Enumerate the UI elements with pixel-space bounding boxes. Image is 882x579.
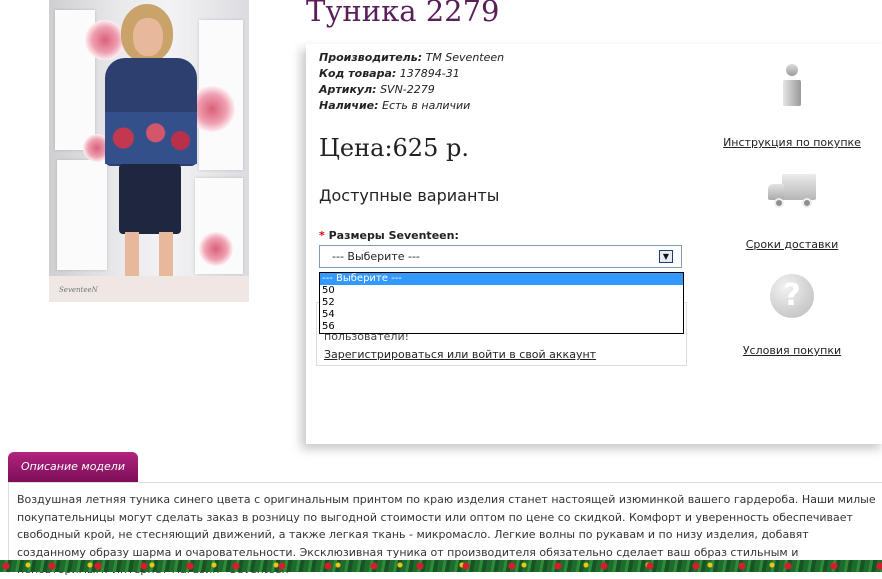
product-meta: Производитель: TM Seventeen Код товара: … bbox=[319, 50, 504, 114]
model-shin bbox=[125, 232, 139, 276]
tab-description[interactable]: Описание модели bbox=[8, 452, 138, 482]
manufacturer-label: Производитель: bbox=[319, 51, 423, 64]
truck-icon[interactable] bbox=[768, 172, 816, 210]
christmas-garland bbox=[0, 560, 882, 572]
size-dropdown-list[interactable]: --- Выберите --- 50 52 54 56 bbox=[319, 272, 684, 334]
sku-value: SVN-2279 bbox=[380, 83, 435, 96]
model-face bbox=[133, 18, 163, 56]
price: Цена:625 р. bbox=[319, 134, 469, 162]
stock-value: Есть в наличии bbox=[382, 99, 471, 112]
photo-signature: SeventeeN bbox=[59, 286, 98, 294]
size-label-text: Размеры Seventeen: bbox=[328, 229, 459, 242]
size-option[interactable]: 50 bbox=[320, 285, 683, 297]
sku-label: Артикул: bbox=[319, 83, 377, 96]
required-mark: * bbox=[319, 229, 325, 242]
code-value: 137894-31 bbox=[399, 67, 460, 80]
size-select-value: --- Выберите --- bbox=[332, 250, 420, 263]
code-row: Код товара: 137894-31 bbox=[319, 66, 504, 82]
instruction-link[interactable]: Инструкция по покупке bbox=[722, 136, 862, 149]
size-option[interactable]: 56 bbox=[320, 321, 683, 333]
instruction-item[interactable]: Инструкция по покупке bbox=[722, 64, 862, 149]
model-shin bbox=[159, 232, 173, 276]
stock-row: Наличие: Есть в наличии bbox=[319, 98, 504, 114]
model-legs bbox=[119, 164, 181, 234]
chevron-down-icon[interactable]: ▼ bbox=[659, 250, 673, 263]
product-title: Туника 2279 bbox=[306, 0, 500, 28]
question-icon[interactable]: ? bbox=[770, 274, 814, 318]
code-label: Код товара: bbox=[319, 67, 397, 80]
info-icon[interactable] bbox=[780, 64, 804, 106]
product-info-box: Производитель: TM Seventeen Код товара: … bbox=[306, 44, 882, 444]
rose-decoration bbox=[199, 232, 233, 266]
variants-title: Доступные варианты bbox=[319, 186, 500, 205]
product-photo[interactable]: SeventeeN bbox=[49, 0, 249, 302]
manufacturer-row: Производитель: TM Seventeen bbox=[319, 50, 504, 66]
delivery-item[interactable]: Сроки доставки bbox=[722, 172, 862, 251]
register-login-link[interactable]: Зарегистрироваться или войти в свой акка… bbox=[324, 348, 596, 361]
backdrop-panel bbox=[57, 160, 107, 270]
sku-row: Артикул: SVN-2279 bbox=[319, 82, 504, 98]
delivery-link[interactable]: Сроки доставки bbox=[722, 238, 862, 251]
rose-decoration bbox=[85, 20, 125, 60]
size-select[interactable]: --- Выберите --- ▼ bbox=[319, 245, 682, 268]
size-option[interactable]: --- Выберите --- bbox=[320, 273, 683, 285]
size-option[interactable]: 54 bbox=[320, 309, 683, 321]
conditions-item[interactable]: ? Условия покупки bbox=[722, 274, 862, 357]
stock-label: Наличие: bbox=[319, 99, 379, 112]
size-option[interactable]: 52 bbox=[320, 297, 683, 309]
manufacturer-value: TM Seventeen bbox=[425, 51, 505, 64]
conditions-link[interactable]: Условия покупки bbox=[722, 344, 862, 357]
tunic-print bbox=[105, 112, 197, 164]
size-label: * Размеры Seventeen: bbox=[319, 229, 459, 242]
